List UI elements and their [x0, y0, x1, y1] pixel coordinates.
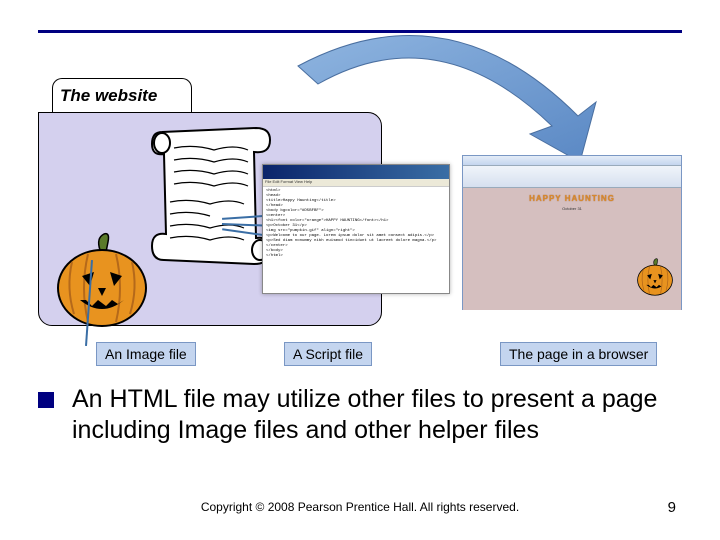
browser-titlebar: [463, 156, 681, 166]
folder-title: The website: [60, 86, 157, 106]
page-subtitle: October 31: [562, 206, 582, 211]
label-browser-page: The page in a browser: [500, 342, 657, 366]
notepad-titlebar: [263, 165, 449, 179]
pumpkin-icon: [635, 258, 675, 296]
script-scroll-icon: [144, 124, 280, 272]
pumpkin-icon: [52, 232, 152, 328]
notepad-content: <html> <head> <title>Happy Haunting</tit…: [263, 187, 449, 261]
header-divider: [38, 30, 682, 33]
notepad-menubar: File Edit Format View Help: [263, 179, 449, 187]
bullet-marker: [38, 392, 54, 408]
notepad-window: File Edit Format View Help <html> <head>…: [262, 164, 450, 294]
browser-viewport: HAPPY HAUNTING October 31: [463, 188, 681, 310]
page-banner: HAPPY HAUNTING: [529, 194, 615, 203]
label-image-file: An Image file: [96, 342, 196, 366]
bullet-text: An HTML file may utilize other files to …: [72, 384, 684, 447]
label-script-file: A Script file: [284, 342, 372, 366]
page-number: 9: [668, 499, 676, 516]
browser-toolbar: [463, 166, 681, 188]
copyright-text: Copyright © 2008 Pearson Prentice Hall. …: [0, 500, 720, 514]
browser-window: HAPPY HAUNTING October 31: [462, 155, 682, 310]
bullet-block: An HTML file may utilize other files to …: [38, 384, 684, 447]
